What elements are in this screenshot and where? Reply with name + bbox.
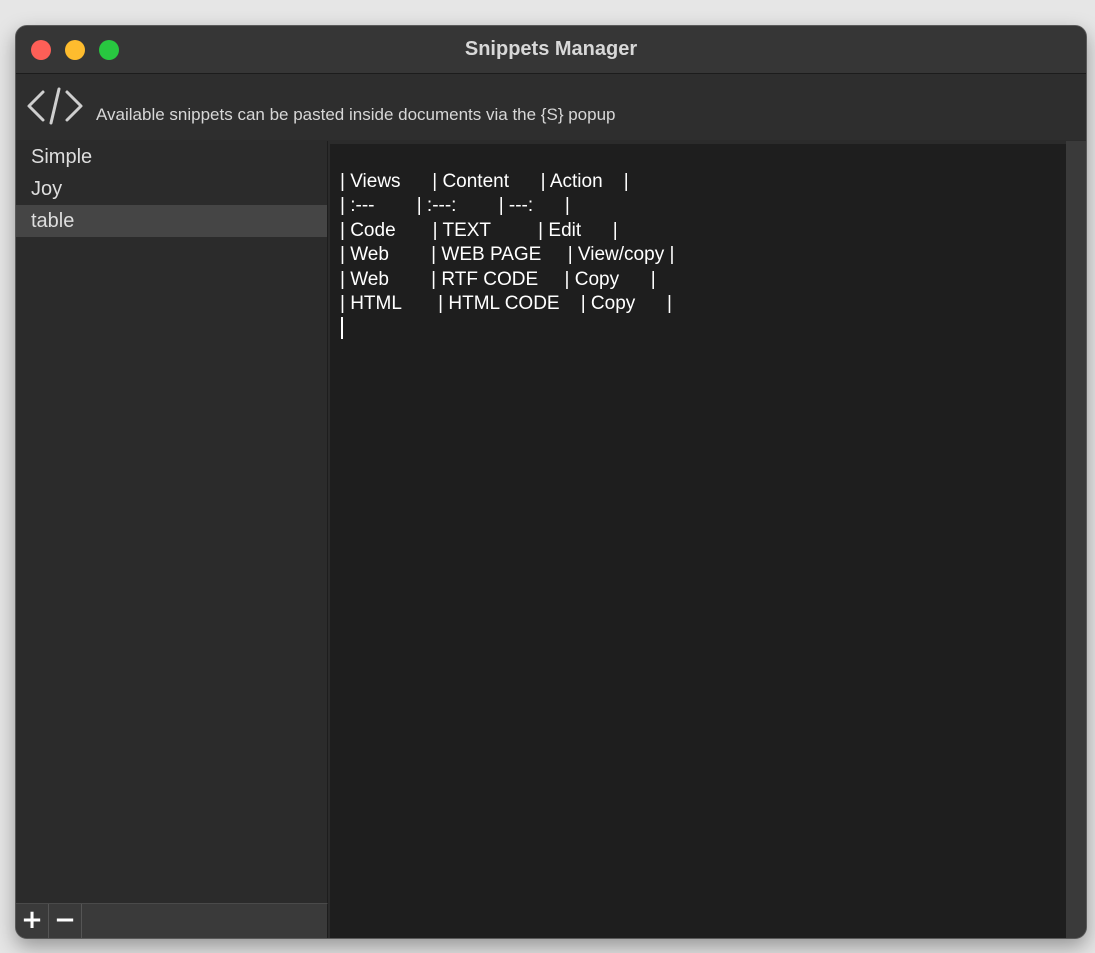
info-text: Available snippets can be pasted inside … (96, 105, 616, 124)
snippet-item-table[interactable]: table (16, 205, 327, 237)
info-bar: Available snippets can be pasted inside … (16, 74, 1086, 140)
code-icon (27, 87, 83, 125)
text-caret (341, 317, 343, 339)
add-snippet-button[interactable]: + (16, 904, 49, 938)
snippet-list-footer: + − (16, 903, 328, 938)
snippets-manager-window: Snippets Manager Available snippets can … (15, 25, 1087, 939)
snippet-editor[interactable]: | Views | Content | Action | | :--- | :-… (330, 144, 1066, 938)
remove-snippet-button[interactable]: − (49, 904, 82, 938)
editor-scrollbar[interactable] (1066, 141, 1086, 938)
snippet-list[interactable]: Simple Joy table (16, 141, 328, 903)
snippet-item-joy[interactable]: Joy (16, 173, 327, 205)
snippet-item-simple[interactable]: Simple (16, 141, 327, 173)
titlebar[interactable]: Snippets Manager (16, 26, 1086, 74)
snippet-content[interactable]: | Views | Content | Action | | :--- | :-… (340, 170, 674, 316)
window-title: Snippets Manager (464, 38, 638, 60)
